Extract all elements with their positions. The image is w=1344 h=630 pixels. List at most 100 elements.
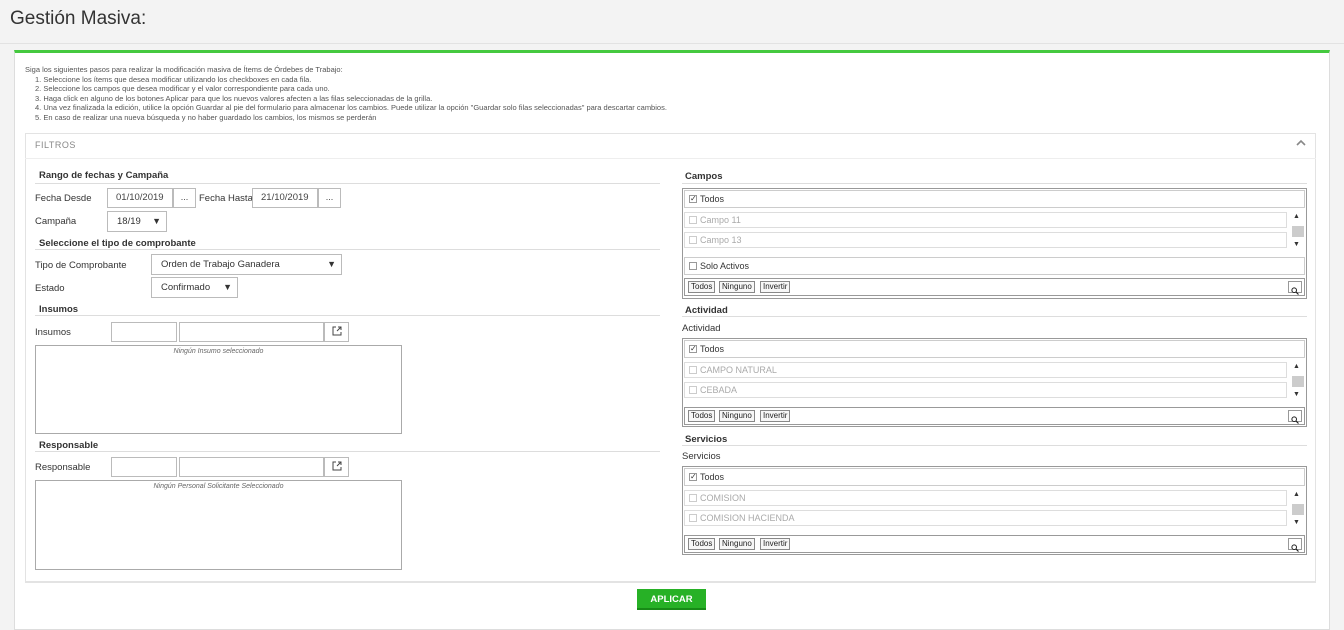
actividad-select-none-button[interactable]: Ninguno — [719, 410, 755, 422]
campos-only-active-checkbox[interactable]: Solo Activos — [684, 257, 1305, 275]
scroll-thumb[interactable] — [1292, 504, 1304, 515]
servicios-search-button[interactable] — [1288, 538, 1302, 552]
scroll-up-icon: ▲ — [1293, 363, 1300, 370]
section-divider — [35, 315, 660, 316]
date-from-label: Fecha Desde — [35, 193, 92, 204]
caret-down-icon: ▼ — [223, 282, 232, 292]
checkbox-checked-icon: ✓ — [689, 472, 697, 481]
actividad-search-button[interactable] — [1288, 410, 1302, 424]
servicios-list-item[interactable]: COMISION HACIENDA — [684, 510, 1287, 526]
responsable-selected-list: Ningún Personal Solicitante Seleccionado — [35, 480, 402, 570]
estado-label: Estado — [35, 283, 65, 294]
instruction-step: 5. En caso de realizar una nueva búsqued… — [35, 112, 377, 122]
servicios-list-item-label: COMISION — [700, 493, 746, 503]
section-divider — [35, 451, 660, 452]
scroll-down-icon: ▼ — [1293, 391, 1300, 398]
servicios-invert-button[interactable]: Invertir — [760, 538, 791, 550]
checkbox-icon — [689, 494, 697, 502]
external-link-icon — [332, 461, 341, 471]
date-from-input[interactable]: 01/10/2019 — [107, 188, 173, 208]
section-comprobante-title: Seleccione el tipo de comprobante — [39, 238, 196, 249]
responsable-empty-text: Ningún Personal Solicitante Seleccionado — [153, 483, 284, 490]
responsable-label: Responsable — [35, 462, 91, 473]
estado-select-value: Confirmado — [161, 282, 211, 293]
servicios-select-all-button[interactable]: Todos — [688, 538, 716, 550]
caret-down-icon: ▼ — [327, 259, 336, 269]
insumos-empty-text: Ningún Insumo seleccionado — [173, 348, 264, 355]
actividad-list-item-label: CAMPO NATURAL — [700, 365, 777, 375]
campos-all-checkbox[interactable]: ✓ Todos — [684, 190, 1305, 208]
campos-select-all-button[interactable]: Todos — [688, 281, 716, 293]
campos-scrollbar[interactable]: ▲ ▼ — [1291, 211, 1305, 251]
collapse-filters-button[interactable] — [1296, 139, 1306, 150]
servicios-all-checkbox[interactable]: ✓ Todos — [684, 468, 1305, 486]
servicios-scrollbar[interactable]: ▲ ▼ — [1291, 489, 1305, 529]
actividad-invert-button[interactable]: Invertir — [760, 410, 791, 422]
scroll-up-icon: ▲ — [1293, 491, 1300, 498]
comprobante-type-label: Tipo de Comprobante — [35, 260, 127, 271]
instructions: Siga los siguientes pasos para realizar … — [25, 65, 667, 123]
actividad-list-item[interactable]: CEBADA — [684, 382, 1287, 398]
search-icon — [1291, 287, 1299, 295]
estado-select[interactable]: Confirmado ▼ — [151, 277, 238, 298]
external-link-icon — [332, 326, 341, 336]
actividad-all-checkbox[interactable]: ✓ Todos — [684, 340, 1305, 358]
instruction-step: 3. Haga click en alguno de los botones A… — [35, 93, 433, 103]
section-insumos-title: Insumos — [39, 304, 79, 315]
scroll-thumb[interactable] — [1292, 226, 1304, 237]
servicios-select-none-button[interactable]: Ninguno — [719, 538, 755, 550]
section-campos-title: Campos — [685, 171, 723, 182]
comprobante-type-value: Orden de Trabajo Ganadera — [161, 259, 280, 270]
checkbox-icon — [689, 366, 697, 374]
insumos-lookup-button[interactable] — [324, 322, 349, 342]
date-to-input[interactable]: 21/10/2019 — [252, 188, 318, 208]
section-divider — [35, 183, 660, 184]
section-actividad-title: Actividad — [685, 305, 728, 316]
responsable-lookup-button[interactable] — [324, 457, 349, 477]
servicios-list-item[interactable]: COMISION — [684, 490, 1287, 506]
section-dates-title: Rango de fechas y Campaña — [39, 170, 169, 181]
footer-divider — [25, 581, 1316, 582]
responsable-name-input[interactable] — [179, 457, 324, 477]
date-to-picker-button[interactable]: ... — [318, 188, 341, 208]
section-divider — [682, 183, 1307, 184]
caret-down-icon: ▼ — [152, 216, 161, 226]
insumos-name-input[interactable] — [179, 322, 324, 342]
date-from-picker-button[interactable]: ... — [173, 188, 196, 208]
comprobante-type-select[interactable]: Orden de Trabajo Ganadera ▼ — [151, 254, 342, 275]
actividad-scrollbar[interactable]: ▲ ▼ — [1291, 361, 1305, 401]
campaign-select[interactable]: 18/19 ▼ — [107, 211, 167, 232]
campos-search-button[interactable] — [1288, 281, 1302, 295]
checkbox-icon — [689, 216, 697, 224]
campos-list-item-label: Campo 13 — [700, 235, 742, 245]
date-to-label: Fecha Hasta — [199, 193, 253, 204]
campaign-select-value: 18/19 — [117, 216, 141, 227]
insumos-code-input[interactable] — [111, 322, 177, 342]
actividad-list-item-label: CEBADA — [700, 385, 738, 395]
responsable-code-input[interactable] — [111, 457, 177, 477]
scroll-down-icon: ▼ — [1293, 241, 1300, 248]
section-divider — [35, 249, 660, 250]
servicios-toolbar: Todos Ninguno Invertir — [684, 535, 1305, 553]
page-title: Gestión Masiva: — [10, 8, 147, 29]
checkbox-icon — [689, 262, 697, 270]
campos-list-item-label: Campo 11 — [700, 215, 741, 225]
apply-button[interactable]: APLICAR — [637, 589, 706, 610]
scroll-up-icon: ▲ — [1293, 213, 1300, 220]
campos-select-none-button[interactable]: Ninguno — [719, 281, 755, 293]
section-responsable-title: Responsable — [39, 440, 99, 451]
insumos-label: Insumos — [35, 327, 71, 338]
search-icon — [1291, 416, 1299, 424]
campos-all-label: Todos — [700, 194, 725, 204]
actividad-list-item[interactable]: CAMPO NATURAL — [684, 362, 1287, 378]
scroll-down-icon: ▼ — [1293, 519, 1300, 526]
checkbox-icon — [689, 514, 697, 522]
campaign-label: Campaña — [35, 216, 77, 227]
scroll-thumb[interactable] — [1292, 376, 1304, 387]
campos-list-item[interactable]: Campo 11 — [684, 212, 1287, 228]
campos-invert-button[interactable]: Invertir — [760, 281, 791, 293]
servicios-list-item-label: COMISION HACIENDA — [700, 513, 795, 523]
campos-list-item[interactable]: Campo 13 — [684, 232, 1287, 248]
insumos-selected-list: Ningún Insumo seleccionado — [35, 345, 402, 434]
actividad-select-all-button[interactable]: Todos — [688, 410, 716, 422]
